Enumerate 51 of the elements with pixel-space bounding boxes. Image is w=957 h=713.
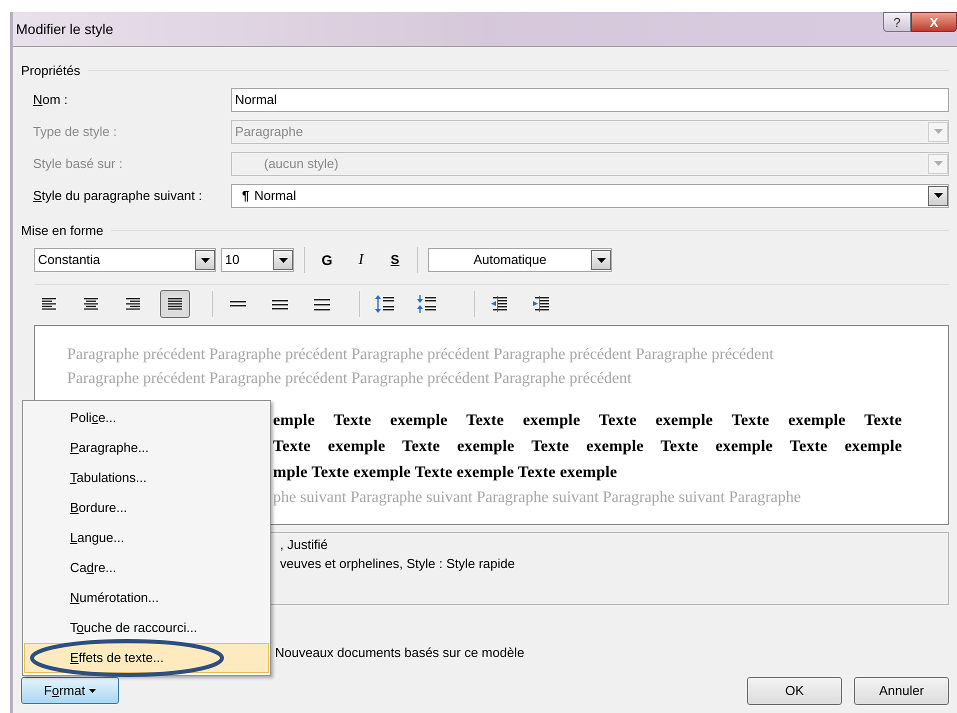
name-field[interactable]: Normal <box>231 88 949 112</box>
justify-align-icon <box>168 298 182 310</box>
menu-item[interactable]: Numérotation... <box>24 583 269 613</box>
field-label: Style du paragraphe suivant : <box>33 186 204 205</box>
preview-sample-text: Texte exemple Texte exemple Texte exemple Texte exemple Texte exemple <box>273 437 902 457</box>
field-label: Type de style : <box>33 122 118 141</box>
preview-text: Paragraphe précédent Paragraphe précédent Paragraphe précédent Paragraphe précédent Paragraphe précédent <box>67 345 774 365</box>
bold-button[interactable]: G <box>315 250 339 270</box>
preview-text: Paragraphe précédent Paragraphe précédent Paragraphe précédent Paragraphe précédent <box>67 369 632 389</box>
font-dropdown[interactable]: Constantia <box>34 248 216 272</box>
preview-sample-text: mple Texte exemple Texte exemple Texte exemple <box>273 463 618 483</box>
field-value: ¶ Normal <box>241 186 298 205</box>
menu-item[interactable]: Paragraphe... <box>24 433 269 463</box>
decrease-indent-icon <box>491 296 509 312</box>
line-spacing-icon <box>272 297 288 311</box>
description-text: , Justifié <box>280 536 328 554</box>
increase-indent-icon <box>533 296 551 312</box>
format-button[interactable]: Format <box>21 677 119 704</box>
menu-item[interactable]: Langue... <box>24 523 269 553</box>
paragraph-spacing-icon <box>375 295 395 313</box>
style-dropdown[interactable]: ¶ Normal <box>231 184 949 208</box>
left-align-icon <box>42 298 56 310</box>
underline-button[interactable]: S <box>383 250 407 270</box>
section-title: Mise en forme <box>21 222 104 240</box>
right-align-icon <box>126 298 140 310</box>
field-label: Nom : <box>33 90 69 109</box>
section-title: Propriétés <box>21 62 82 80</box>
alignment-button[interactable] <box>160 290 190 318</box>
cancel-button[interactable]: Annuler <box>854 676 949 704</box>
preview-sample-text: emple Texte exemple Texte exemple Texte exemple Texte exemple Texte <box>273 411 902 431</box>
color-dropdown[interactable]: Automatique <box>428 248 612 272</box>
menu-item[interactable]: Tabulations... <box>24 463 269 493</box>
size-dropdown[interactable]: 10 <box>221 248 294 272</box>
italic-button[interactable]: I <box>349 248 373 272</box>
field-value: (aucun style) <box>263 154 340 173</box>
ok-button[interactable]: OK <box>747 676 842 704</box>
menu-item[interactable]: Police... <box>24 403 269 433</box>
help-button[interactable]: ? <box>883 12 911 32</box>
field-value: Paragraphe <box>234 122 304 141</box>
preview-text: phe suivant Paragraphe suivant Paragraphe suivant Paragraphe suivant Paragraphe <box>273 488 801 508</box>
line-spacing-icon <box>314 297 330 311</box>
field-value: Normal <box>234 90 278 109</box>
option-label: Nouveaux documents basés sur ce modèle <box>275 644 524 662</box>
caret-icon <box>89 688 96 692</box>
paragraph-spacing-icon <box>417 295 437 313</box>
menu-item[interactable]: Cadre... <box>24 553 269 583</box>
center-align-icon <box>84 298 98 310</box>
menu-item[interactable]: Bordure... <box>24 493 269 523</box>
field-label: Style basé sur : <box>33 154 124 173</box>
window-title: Modifier le style <box>16 20 114 39</box>
description-text: veuves et orphelines, Style : Style rapide <box>280 555 515 573</box>
